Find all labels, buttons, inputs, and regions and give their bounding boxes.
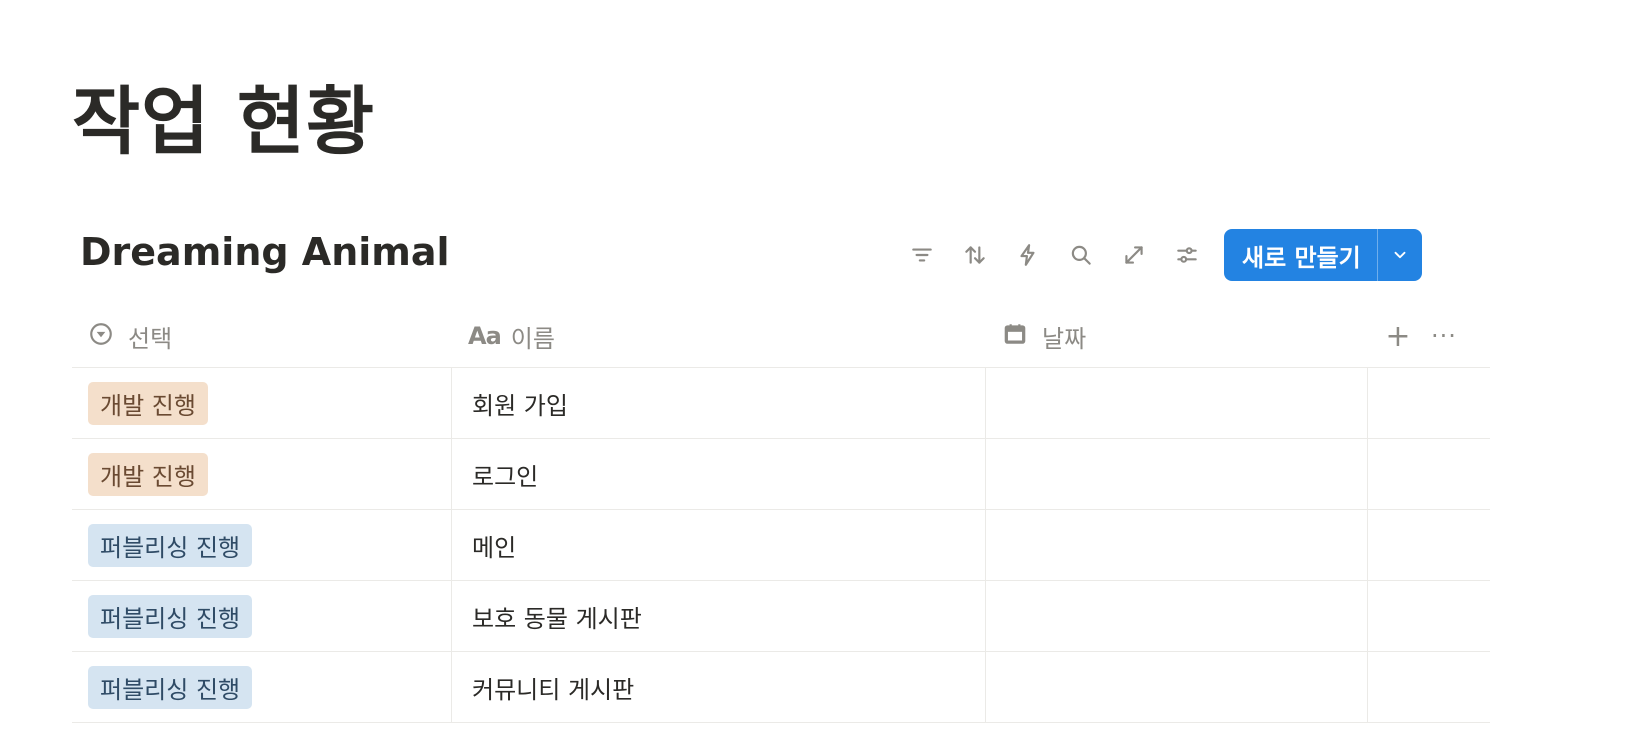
search-icon[interactable]	[1059, 233, 1103, 277]
date-cell[interactable]	[986, 652, 1368, 722]
column-header-date[interactable]: 날짜	[986, 305, 1368, 367]
name-cell[interactable]: 로그인	[452, 439, 986, 509]
row-name[interactable]: 회원 가입	[472, 386, 568, 421]
status-cell[interactable]: 개발 진행	[72, 439, 452, 509]
name-cell[interactable]: 보호 동물 게시판	[452, 581, 986, 651]
table-row[interactable]: 퍼블리싱 진행 커뮤니티 게시판	[72, 652, 1490, 723]
status-badge: 개발 진행	[88, 381, 208, 425]
table-header: 선택 Aa 이름 날짜 + ···	[72, 305, 1490, 368]
column-label: 날짜	[1042, 324, 1087, 353]
date-cell[interactable]	[986, 439, 1368, 509]
header-actions: + ···	[1368, 305, 1490, 367]
database-title[interactable]: Dreaming Animal	[80, 230, 450, 274]
status-cell[interactable]: 퍼블리싱 진행	[72, 652, 452, 722]
date-cell[interactable]	[986, 368, 1368, 438]
status-badge: 개발 진행	[88, 452, 208, 496]
chevron-down-icon	[1394, 251, 1406, 259]
new-dropdown-button[interactable]	[1376, 229, 1422, 281]
row-name[interactable]: 로그인	[472, 457, 538, 492]
database-toolbar: 새로 만들기	[900, 229, 1422, 281]
name-cell[interactable]: 회원 가입	[452, 368, 986, 438]
new-button[interactable]: 새로 만들기	[1224, 229, 1377, 281]
row-name[interactable]: 보호 동물 게시판	[472, 599, 642, 634]
row-name[interactable]: 메인	[472, 528, 516, 563]
table-row[interactable]: 퍼블리싱 진행 메인	[72, 510, 1490, 581]
date-cell[interactable]	[986, 581, 1368, 651]
date-cell[interactable]	[986, 510, 1368, 580]
automation-icon[interactable]	[1006, 233, 1050, 277]
new-button-group: 새로 만들기	[1224, 229, 1422, 281]
column-header-name[interactable]: Aa 이름	[452, 305, 986, 367]
database-table: 선택 Aa 이름 날짜 + ··· 개발 진행 회원 가입 개발 진행 로그인 퍼블리싱…	[72, 305, 1490, 723]
empty-cell	[1368, 368, 1490, 438]
empty-cell	[1368, 439, 1490, 509]
page-title[interactable]: 작업 현황	[72, 78, 375, 167]
empty-cell	[1368, 510, 1490, 580]
status-badge: 퍼블리싱 진행	[88, 665, 253, 709]
status-badge: 퍼블리싱 진행	[88, 523, 253, 567]
column-label: 이름	[510, 324, 555, 353]
name-cell[interactable]: 커뮤니티 게시판	[452, 652, 986, 722]
more-options-button[interactable]: ···	[1420, 322, 1468, 350]
add-column-button[interactable]: +	[1376, 319, 1420, 354]
row-name[interactable]: 커뮤니티 게시판	[472, 670, 634, 705]
name-cell[interactable]: 메인	[452, 510, 986, 580]
select-icon	[88, 321, 114, 351]
calendar-icon	[1002, 321, 1028, 351]
table-row[interactable]: 개발 진행 로그인	[72, 439, 1490, 510]
text-type-icon: Aa	[468, 322, 502, 350]
status-cell[interactable]: 개발 진행	[72, 368, 452, 438]
table-row[interactable]: 퍼블리싱 진행 보호 동물 게시판	[72, 581, 1490, 652]
empty-cell	[1368, 652, 1490, 722]
column-header-select[interactable]: 선택	[72, 305, 452, 367]
sort-icon[interactable]	[953, 233, 997, 277]
table-row[interactable]: 개발 진행 회원 가입	[72, 368, 1490, 439]
filter-icon[interactable]	[900, 233, 944, 277]
table-body: 개발 진행 회원 가입 개발 진행 로그인 퍼블리싱 진행 메인 퍼블리싱 진행 보호 동물 …	[72, 368, 1490, 723]
status-cell[interactable]: 퍼블리싱 진행	[72, 581, 452, 651]
settings-icon[interactable]	[1165, 233, 1209, 277]
status-badge: 퍼블리싱 진행	[88, 594, 253, 638]
status-cell[interactable]: 퍼블리싱 진행	[72, 510, 452, 580]
expand-icon[interactable]	[1112, 233, 1156, 277]
empty-cell	[1368, 581, 1490, 651]
column-label: 선택	[128, 324, 173, 353]
